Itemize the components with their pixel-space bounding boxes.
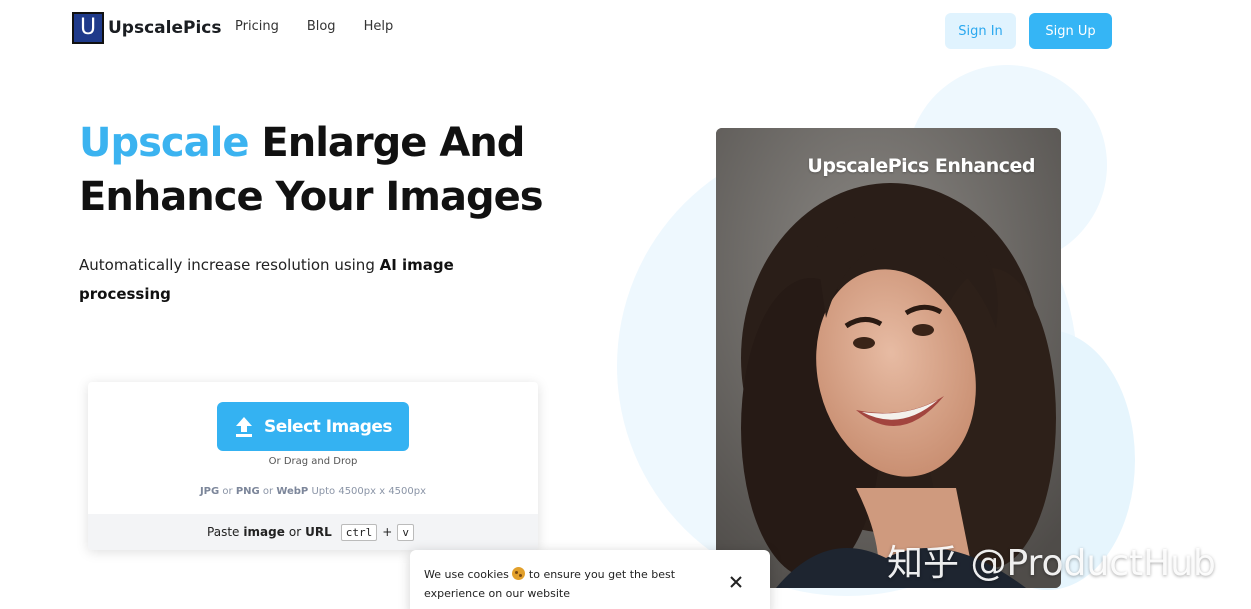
- sign-up-button[interactable]: Sign Up: [1029, 13, 1112, 49]
- hero-title: Upscale Enlarge And Enhance Your Images: [79, 116, 599, 224]
- cookie-text-before: We use cookies: [424, 568, 513, 581]
- paste-url: URL: [305, 525, 332, 539]
- nav-blog[interactable]: Blog: [307, 19, 336, 34]
- key-v: v: [397, 523, 414, 541]
- paste-image: image: [243, 525, 285, 539]
- nav-pricing[interactable]: Pricing: [235, 19, 279, 34]
- cookie-icon: [512, 567, 526, 580]
- photo-label: UpscalePics Enhanced: [807, 155, 1035, 177]
- select-images-button[interactable]: Select Images: [217, 402, 409, 451]
- watermark: 知乎 @ProductHub: [887, 543, 1216, 584]
- hero-subtitle-plain: Automatically increase resolution using: [79, 256, 380, 274]
- close-icon[interactable]: [728, 574, 744, 590]
- format-jpg: JPG: [199, 486, 220, 497]
- upload-icon: [235, 416, 252, 437]
- portrait-image: [716, 128, 1061, 588]
- logo-text: UpscalePics: [108, 18, 222, 38]
- logo-mark: U: [72, 12, 104, 44]
- sample-photo: UpscalePics Enhanced: [716, 128, 1061, 588]
- cookie-text: We use cookies to ensure you get the bes…: [424, 565, 704, 603]
- paste-or: or: [288, 525, 302, 539]
- hero-subtitle: Automatically increase resolution using …: [79, 251, 499, 309]
- nav-help[interactable]: Help: [364, 19, 394, 34]
- paste-prefix: Paste: [207, 525, 240, 539]
- key-ctrl: ctrl: [340, 523, 378, 541]
- main-nav: Pricing Blog Help: [235, 19, 393, 34]
- format-or: or: [259, 486, 277, 497]
- select-images-label: Select Images: [263, 416, 393, 437]
- format-or: or: [219, 486, 236, 497]
- sign-in-button[interactable]: Sign In: [945, 13, 1016, 49]
- hero-title-accent: Upscale: [79, 120, 249, 166]
- format-webp: WebP: [276, 486, 309, 497]
- drag-drop-hint: Or Drag and Drop: [268, 456, 358, 467]
- format-info: JPG or PNG or WebP Upto 4500px x 4500px: [88, 486, 538, 497]
- size-limit: Upto 4500px x 4500px: [308, 486, 427, 497]
- format-png: PNG: [235, 486, 260, 497]
- upload-card[interactable]: Select Images Or Drag and Drop JPG or PN…: [88, 382, 538, 550]
- paste-bar[interactable]: Paste image or URL ctrl + v: [88, 514, 538, 550]
- key-plus: +: [382, 525, 393, 539]
- logo[interactable]: U UpscalePics: [72, 12, 221, 44]
- cookie-banner: We use cookies to ensure you get the bes…: [410, 550, 770, 609]
